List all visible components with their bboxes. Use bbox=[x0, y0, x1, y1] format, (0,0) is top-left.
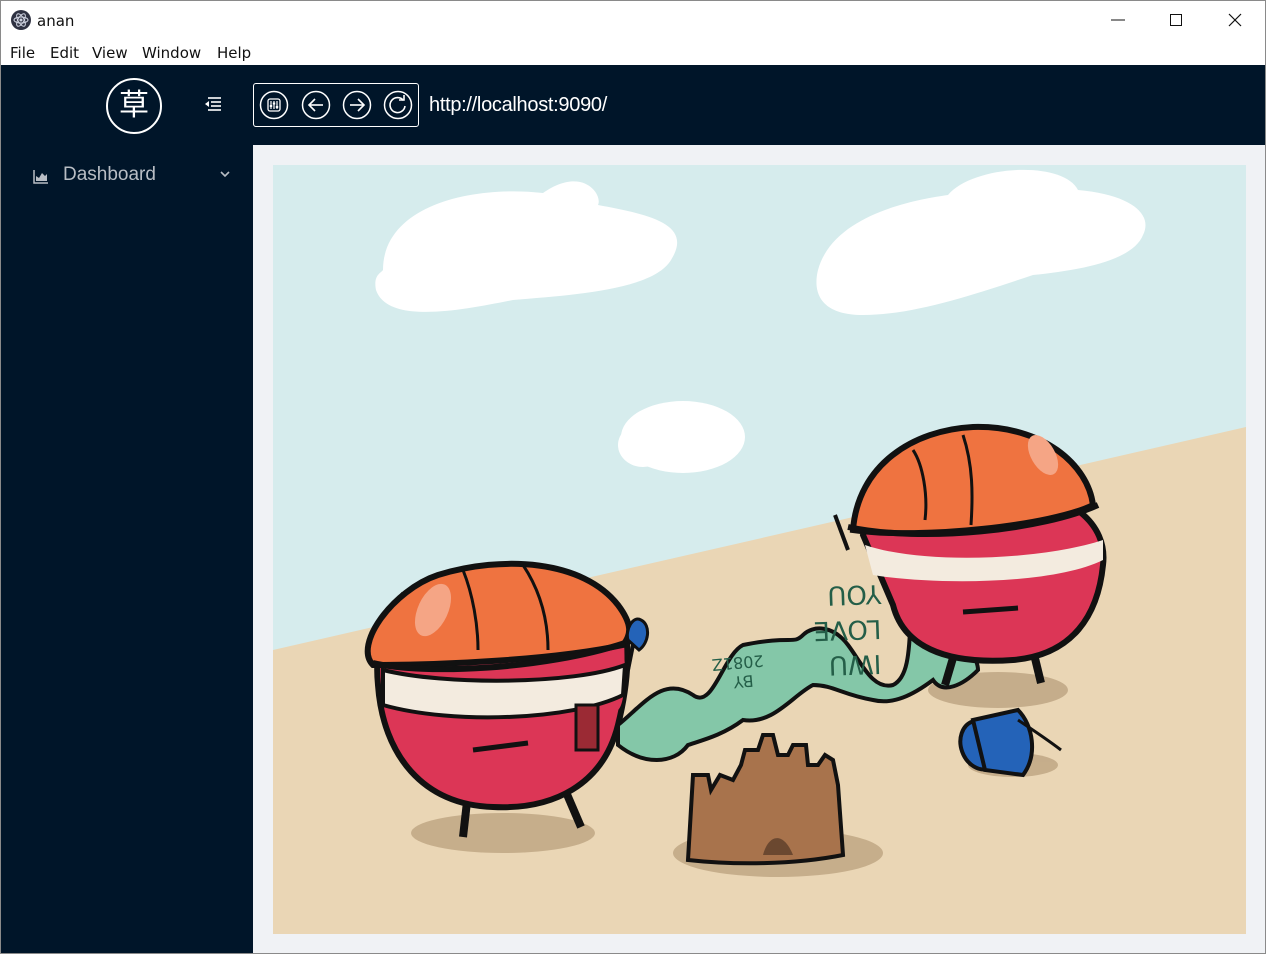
content-area: YOU LOVE IWU BY 2081Z bbox=[253, 145, 1265, 953]
close-icon bbox=[1228, 13, 1242, 27]
scroll-text-iwu: IWU bbox=[828, 648, 881, 680]
app-layout: 草 Dashboard http://localhost:9090/ YOU L… bbox=[1, 65, 1265, 953]
header: http://localhost:9090/ bbox=[253, 65, 1265, 145]
scroll-text-by: BY bbox=[733, 671, 755, 692]
close-button[interactable] bbox=[1206, 1, 1264, 39]
settings-sliders-icon bbox=[259, 90, 289, 120]
nav-item-dashboard[interactable]: Dashboard bbox=[1, 159, 253, 193]
minimize-icon bbox=[1111, 19, 1125, 21]
reload-icon bbox=[383, 90, 413, 120]
logo: 草 bbox=[106, 78, 162, 134]
menu-view[interactable]: View bbox=[92, 44, 128, 62]
app-window: anan File Edit View Window Help 草 Dashbo… bbox=[0, 0, 1266, 954]
menu-file[interactable]: File bbox=[10, 44, 35, 62]
devtools-button[interactable] bbox=[259, 90, 289, 120]
scroll-text-you: YOU bbox=[827, 578, 883, 610]
menu-help[interactable]: Help bbox=[217, 44, 251, 62]
chevron-down-icon bbox=[220, 171, 230, 178]
minimize-button[interactable] bbox=[1089, 1, 1147, 39]
page-illustration: YOU LOVE IWU BY 2081Z bbox=[273, 165, 1246, 934]
menu-collapse-button[interactable] bbox=[204, 96, 222, 112]
reload-button[interactable] bbox=[383, 90, 413, 120]
maximize-icon bbox=[1170, 14, 1182, 26]
illustration-svg: YOU LOVE IWU BY 2081Z bbox=[273, 165, 1246, 934]
menu-fold-icon bbox=[205, 97, 221, 111]
maximize-button[interactable] bbox=[1147, 1, 1205, 39]
back-arrow-icon bbox=[301, 90, 331, 120]
forward-button[interactable] bbox=[342, 90, 372, 120]
area-chart-icon bbox=[33, 170, 48, 184]
menu-window[interactable]: Window bbox=[142, 44, 201, 62]
window-title: anan bbox=[37, 12, 75, 30]
forward-arrow-icon bbox=[342, 90, 372, 120]
back-button[interactable] bbox=[301, 90, 331, 120]
menu-edit[interactable]: Edit bbox=[50, 44, 79, 62]
browser-toolbar bbox=[253, 83, 419, 127]
app-icon bbox=[11, 10, 31, 30]
scroll-text-love: LOVE bbox=[813, 613, 882, 645]
nav-label-dashboard: Dashboard bbox=[63, 164, 156, 185]
url-display[interactable]: http://localhost:9090/ bbox=[429, 94, 607, 117]
title-bar: anan bbox=[1, 1, 1265, 39]
menu-bar: File Edit View Window Help bbox=[1, 39, 1265, 65]
sidebar: 草 Dashboard bbox=[1, 65, 253, 953]
